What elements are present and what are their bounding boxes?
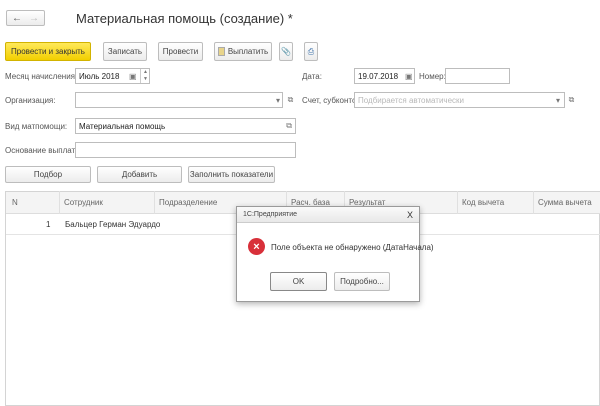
error-icon: × <box>248 238 265 255</box>
document-icon <box>217 47 225 56</box>
calendar-icon[interactable]: ▣ <box>405 72 413 81</box>
open-icon[interactable]: ⧉ <box>285 92 296 108</box>
save-button[interactable]: Записать <box>103 42 147 61</box>
aid-type-value: Материальная помощь <box>79 121 166 131</box>
column-header-deduction-code[interactable]: Код вычета <box>458 191 534 214</box>
column-header-n[interactable]: N <box>6 191 60 214</box>
row-employee: Бальцер Герман Эдуардо <box>65 220 161 229</box>
account-label: Счет, субконто: <box>302 95 359 105</box>
open-icon[interactable]: ⧉ <box>566 92 577 108</box>
error-dialog: 1С:Предприятие X × Поле объекта не обнар… <box>236 206 434 302</box>
nav-buttons: ← → <box>6 10 45 26</box>
paperclip-icon: 📎 <box>281 47 291 56</box>
details-button[interactable]: Подробно... <box>334 272 390 291</box>
close-icon[interactable]: X <box>407 210 413 220</box>
pay-button[interactable]: Выплатить <box>214 42 272 61</box>
dialog-message: Поле объекта не обнаружено (ДатаНачала) <box>271 243 434 252</box>
dialog-title: 1С:Предприятие <box>243 211 298 218</box>
open-icon[interactable]: ⧉ <box>286 121 292 131</box>
post-button[interactable]: Провести <box>158 42 203 61</box>
month-input[interactable]: Июль 2018 ▣ ▲ ▼ <box>75 68 150 84</box>
aid-type-label: Вид матпомощи: <box>5 121 68 131</box>
column-header-deduction-amount[interactable]: Сумма вычета <box>534 191 600 214</box>
pay-label: Выплатить <box>227 47 269 56</box>
column-header-employee[interactable]: Сотрудник <box>60 191 155 214</box>
back-arrow-icon[interactable]: ← <box>12 13 22 24</box>
dialog-titlebar: 1С:Предприятие X <box>237 207 419 223</box>
forward-arrow-icon[interactable]: → <box>29 13 39 24</box>
calendar-icon[interactable]: ▣ <box>129 72 137 81</box>
account-placeholder: Подбирается автоматически <box>358 95 464 105</box>
date-input[interactable]: 19.07.2018 ▣ <box>354 68 415 84</box>
number-label: Номер: <box>419 71 446 81</box>
spinner-icon[interactable]: ▲ ▼ <box>140 69 148 83</box>
print-button[interactable]: ⎙ <box>304 42 318 61</box>
organization-label: Организация: <box>5 95 56 105</box>
dropdown-icon[interactable]: ▾ <box>273 92 283 108</box>
number-input[interactable] <box>445 68 510 84</box>
date-label: Дата: <box>302 71 322 81</box>
account-input[interactable]: Подбирается автоматически <box>354 92 565 108</box>
printer-icon: ⎙ <box>307 46 315 56</box>
basis-label: Основание выплаты: <box>5 145 84 155</box>
fill-indicators-button[interactable]: Заполнить показатели <box>188 166 275 183</box>
basis-input[interactable] <box>75 142 296 158</box>
post-and-close-button[interactable]: Провести и закрыть <box>5 42 91 61</box>
month-label: Месяц начисления: <box>5 71 78 81</box>
row-number: 1 <box>46 220 51 229</box>
page-title: Материальная помощь (создание) * <box>76 11 293 26</box>
aid-type-input[interactable]: Материальная помощь ⧉ <box>75 118 296 134</box>
pick-button[interactable]: Подбор <box>5 166 91 183</box>
organization-input[interactable] <box>75 92 283 108</box>
attachment-button[interactable]: 📎 <box>279 42 293 61</box>
add-button[interactable]: Добавить <box>97 166 182 183</box>
ok-button[interactable]: OK <box>270 272 327 291</box>
month-value: Июль 2018 <box>79 71 120 81</box>
date-value: 19.07.2018 <box>358 71 399 81</box>
dropdown-icon[interactable]: ▾ <box>553 92 563 108</box>
